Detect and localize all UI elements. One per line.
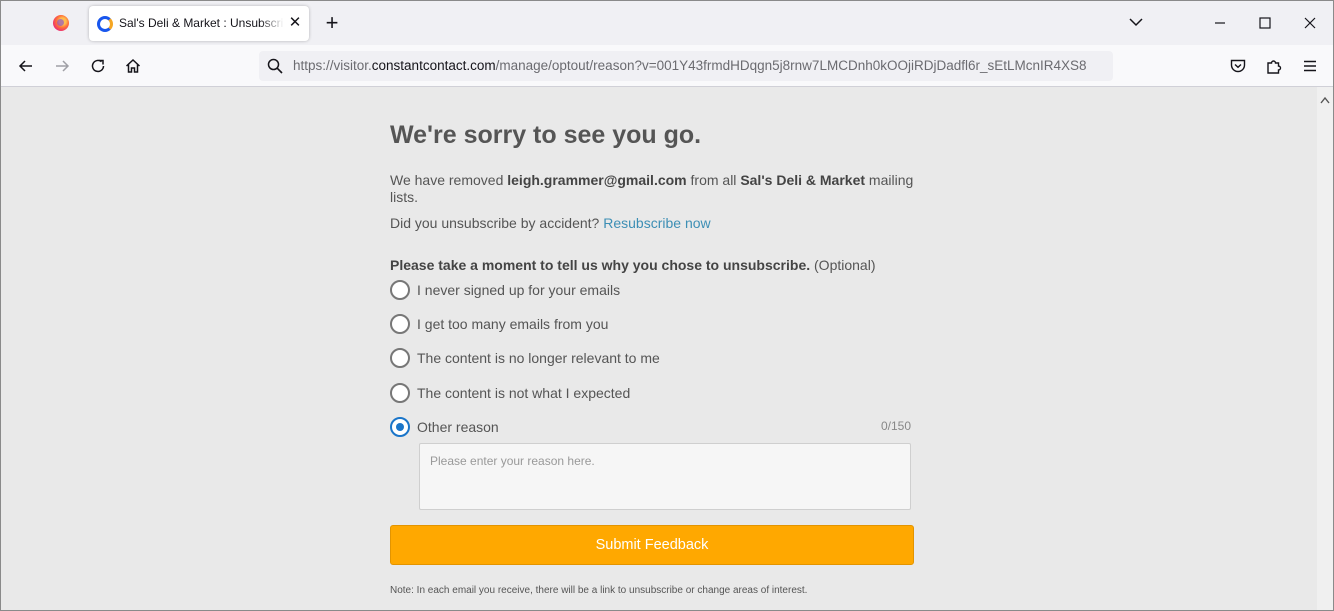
accident-prompt: Did you unsubscribe by accident? Resubsc… xyxy=(390,215,711,231)
new-tab-button[interactable]: + xyxy=(321,11,343,35)
url-bar[interactable]: https://visitor.constantcontact.com/mana… xyxy=(259,51,1113,81)
option-label: I never signed up for your emails xyxy=(417,282,621,298)
question-text: Please take a moment to tell us why you … xyxy=(390,257,811,273)
browser-window: Sal's Deli & Market : Unsubscribe ✕ + ht… xyxy=(0,0,1334,611)
tab-close-icon[interactable]: ✕ xyxy=(286,13,304,33)
scroll-up-arrow-icon[interactable] xyxy=(1320,91,1330,104)
option-label: The content is no longer relevant to me xyxy=(417,350,660,366)
reason-option-never-signed-up[interactable]: I never signed up for your emails xyxy=(390,279,790,301)
optional-text: (Optional) xyxy=(810,257,876,273)
removed-middle: from all xyxy=(686,172,741,188)
reason-question: Please take a moment to tell us why you … xyxy=(390,257,875,273)
option-label: Other reason xyxy=(417,419,499,435)
character-counter: 0/150 xyxy=(880,419,911,433)
maximize-icon[interactable] xyxy=(1255,13,1275,33)
constant-contact-favicon-icon xyxy=(97,16,113,32)
radio-button[interactable] xyxy=(390,280,410,300)
page-title: We're sorry to see you go. xyxy=(390,121,702,149)
tab-active[interactable]: Sal's Deli & Market : Unsubscribe ✕ xyxy=(89,6,309,41)
forward-arrow-icon[interactable] xyxy=(52,56,72,76)
radio-button[interactable] xyxy=(390,383,410,403)
page-viewport: We're sorry to see you go. We have remov… xyxy=(1,87,1317,610)
window-close-icon[interactable] xyxy=(1300,13,1320,33)
radio-button-selected[interactable] xyxy=(390,417,410,437)
accident-text: Did you unsubscribe by accident? xyxy=(390,215,604,231)
navigation-toolbar: https://visitor.constantcontact.com/mana… xyxy=(1,45,1333,87)
removed-prefix: We have removed xyxy=(390,172,508,188)
reload-icon[interactable] xyxy=(88,56,108,76)
vertical-scrollbar[interactable] xyxy=(1317,87,1333,610)
other-reason-textarea[interactable] xyxy=(419,443,911,510)
business-name: Sal's Deli & Market xyxy=(740,172,866,188)
url-prefix: https://visitor. xyxy=(293,58,372,73)
back-arrow-icon[interactable] xyxy=(16,56,36,76)
url-host: constantcontact.com xyxy=(371,58,496,73)
reason-option-other[interactable]: Other reason xyxy=(390,416,790,438)
pocket-icon[interactable] xyxy=(1228,56,1248,76)
email-address: leigh.grammer@gmail.com xyxy=(507,172,687,188)
removal-confirmation: We have removed leigh.grammer@gmail.com … xyxy=(390,172,930,206)
tab-bar: Sal's Deli & Market : Unsubscribe ✕ + xyxy=(1,1,1333,45)
search-icon xyxy=(267,58,283,74)
minimize-icon[interactable] xyxy=(1210,13,1230,33)
footer-note: Note: In each email you receive, there w… xyxy=(390,585,808,596)
menu-hamburger-icon[interactable] xyxy=(1300,56,1320,76)
firefox-logo-icon[interactable] xyxy=(53,15,69,31)
home-icon[interactable] xyxy=(123,56,143,76)
tab-title: Sal's Deli & Market : Unsubscribe xyxy=(119,16,284,30)
radio-button[interactable] xyxy=(390,348,410,368)
reason-option-not-expected[interactable]: The content is not what I expected xyxy=(390,382,790,404)
reason-option-too-many-emails[interactable]: I get too many emails from you xyxy=(390,313,790,335)
url-text: https://visitor.constantcontact.com/mana… xyxy=(293,58,1105,73)
option-label: The content is not what I expected xyxy=(417,385,631,401)
list-all-tabs-chevron-down-icon[interactable] xyxy=(1126,12,1146,32)
extensions-puzzle-icon[interactable] xyxy=(1264,56,1284,76)
resubscribe-link[interactable]: Resubscribe now xyxy=(603,215,710,231)
url-path: /manage/optout/reason?v=001Y43frmdHDqgn5… xyxy=(495,58,1087,73)
reason-option-not-relevant[interactable]: The content is no longer relevant to me xyxy=(390,347,790,369)
submit-feedback-button[interactable]: Submit Feedback xyxy=(390,525,914,565)
option-label: I get too many emails from you xyxy=(417,316,609,332)
radio-button[interactable] xyxy=(390,314,410,334)
